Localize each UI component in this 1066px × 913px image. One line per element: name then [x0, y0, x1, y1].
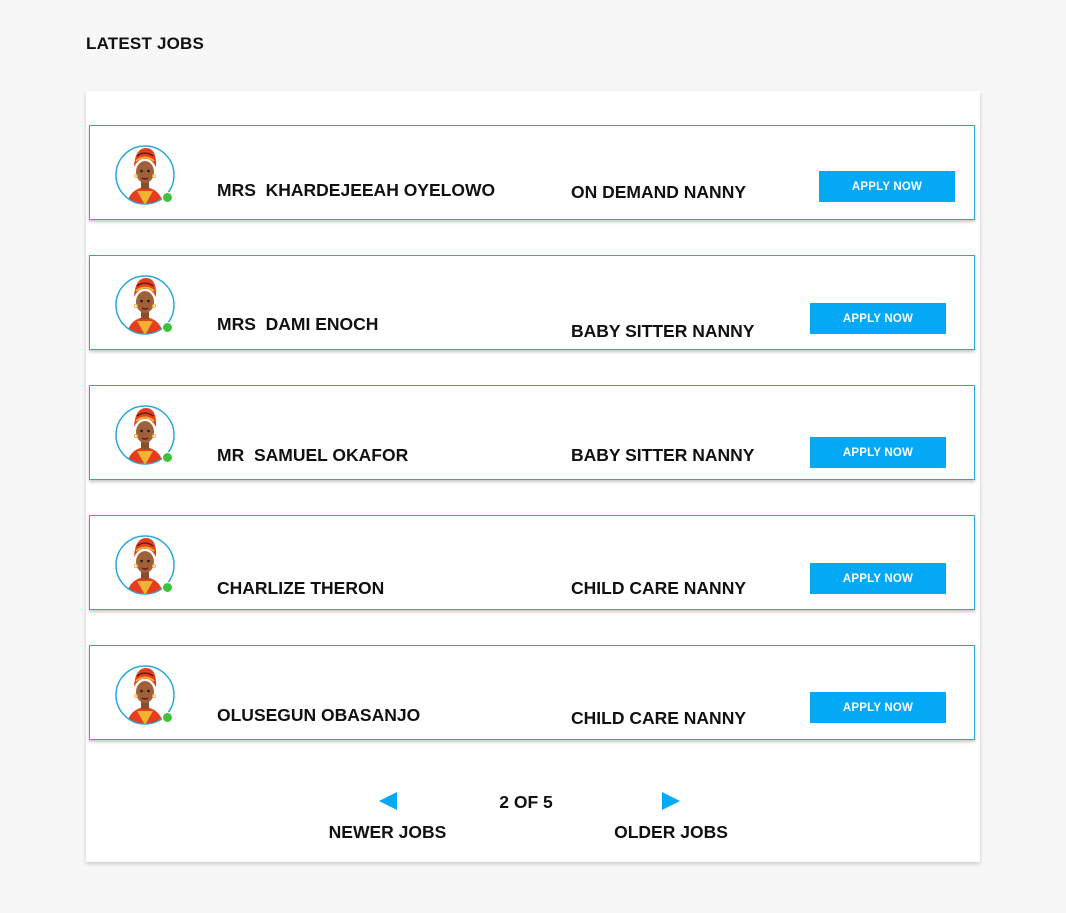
- jobs-panel: MRS KHARDEJEEAH OYELOWO ON DEMAND NANNY …: [86, 91, 980, 862]
- avatar[interactable]: [115, 535, 175, 595]
- job-card: CHARLIZE THERON CHILD CARE NANNY APPLY N…: [89, 515, 975, 610]
- employer-name: CHARLIZE THERON: [217, 578, 385, 598]
- pagination: NEWER JOBS 2 OF 5 OLDER JOBS: [86, 791, 980, 851]
- job-role: CHILD CARE NANNY: [571, 708, 746, 728]
- avatar[interactable]: [115, 275, 175, 335]
- triangle-right-icon[interactable]: [662, 792, 680, 810]
- job-role: CHILD CARE NANNY: [571, 578, 746, 598]
- job-card: MR SAMUEL OKAFOR BABY SITTER NANNY APPLY…: [89, 385, 975, 480]
- employer-name: MRS DAMI ENOCH: [217, 314, 379, 334]
- online-status-indicator: [162, 192, 173, 203]
- online-status-indicator: [162, 452, 173, 463]
- triangle-left-icon[interactable]: [378, 792, 397, 810]
- job-role: BABY SITTER NANNY: [571, 321, 755, 341]
- apply-now-button[interactable]: APPLY NOW: [819, 171, 955, 202]
- apply-now-button[interactable]: APPLY NOW: [810, 437, 946, 468]
- employer-name: MRS KHARDEJEEAH OYELOWO: [217, 180, 496, 200]
- avatar[interactable]: [115, 665, 175, 725]
- apply-now-button[interactable]: APPLY NOW: [810, 563, 946, 594]
- avatar[interactable]: [115, 405, 175, 465]
- apply-now-button[interactable]: APPLY NOW: [810, 692, 946, 723]
- newer-jobs-link[interactable]: NEWER JOBS: [316, 791, 459, 843]
- employer-name: MR SAMUEL OKAFOR: [217, 445, 409, 465]
- older-jobs-link[interactable]: OLDER JOBS: [601, 791, 741, 843]
- avatar[interactable]: [115, 145, 175, 205]
- job-role: ON DEMAND NANNY: [571, 182, 746, 202]
- online-status-indicator: [162, 322, 173, 333]
- job-card: OLUSEGUN OBASANJO CHILD CARE NANNY APPLY…: [89, 645, 975, 740]
- employer-name: OLUSEGUN OBASANJO: [217, 705, 421, 725]
- online-status-indicator: [162, 582, 173, 593]
- newer-jobs-label[interactable]: NEWER JOBS: [316, 822, 459, 843]
- job-role: BABY SITTER NANNY: [571, 445, 755, 465]
- job-card: MRS DAMI ENOCH BABY SITTER NANNY APPLY N…: [89, 255, 975, 350]
- online-status-indicator: [162, 712, 173, 723]
- older-jobs-label[interactable]: OLDER JOBS: [601, 822, 741, 843]
- page-indicator: 2 OF 5: [499, 792, 553, 812]
- page-title: LATEST JOBS: [86, 34, 205, 53]
- job-card: MRS KHARDEJEEAH OYELOWO ON DEMAND NANNY …: [89, 125, 975, 220]
- apply-now-button[interactable]: APPLY NOW: [810, 303, 946, 334]
